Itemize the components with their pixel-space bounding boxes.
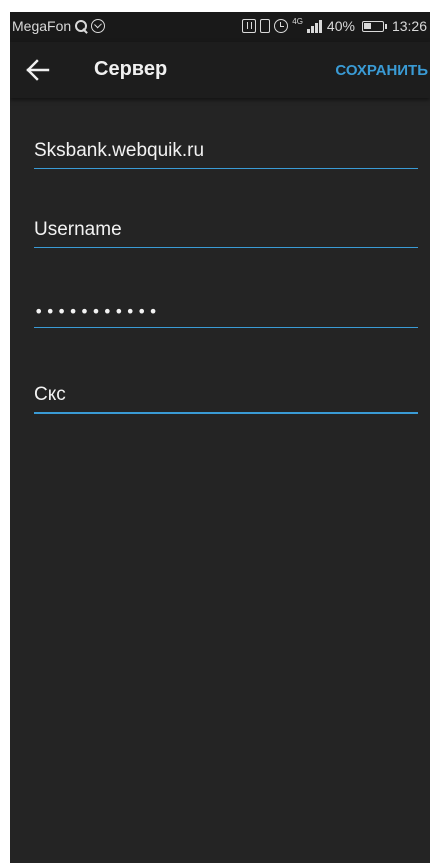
password-field[interactable]: •••••••••••	[34, 302, 418, 328]
nfc-icon	[242, 19, 257, 33]
password-value: •••••••••••	[34, 302, 160, 321]
server-address-field[interactable]: Sksbank.webquik.ru	[34, 140, 418, 169]
carrier-name: MegaFon	[12, 18, 72, 34]
password-underline	[34, 327, 418, 328]
save-button[interactable]: СОХРАНИТЬ	[335, 62, 428, 79]
arrow-back-icon	[26, 59, 50, 81]
battery-icon	[361, 20, 387, 32]
search-icon	[74, 19, 88, 33]
status-right: 4G 40% 13:26	[242, 18, 427, 34]
vpn-check-icon	[91, 19, 106, 33]
server-name-underline	[34, 412, 418, 414]
server-name-field[interactable]: Скс	[34, 384, 418, 414]
network-type: 4G	[292, 17, 303, 26]
battery-percent: 40%	[326, 18, 355, 34]
app-bar: Сервер СОХРАНИТЬ	[10, 42, 430, 98]
back-button[interactable]	[24, 56, 52, 84]
status-left: MegaFon	[12, 18, 106, 34]
server-address-underline	[34, 168, 418, 169]
server-address-value: Sksbank.webquik.ru	[34, 140, 205, 161]
phone-screen: MegaFon 4G 40% 13:26 Сервер СОХРАНИТЬ Sk…	[10, 12, 430, 863]
page-title: Сервер	[94, 58, 168, 80]
username-underline	[34, 247, 418, 248]
username-field[interactable]: Username	[34, 219, 418, 248]
clock: 13:26	[391, 18, 427, 34]
alarm-icon	[274, 19, 289, 33]
username-value: Username	[34, 219, 122, 240]
status-bar: MegaFon 4G 40% 13:26	[10, 12, 430, 42]
vibrate-icon	[260, 19, 271, 33]
signal-icon	[306, 19, 323, 33]
server-name-value: Скс	[34, 384, 66, 405]
